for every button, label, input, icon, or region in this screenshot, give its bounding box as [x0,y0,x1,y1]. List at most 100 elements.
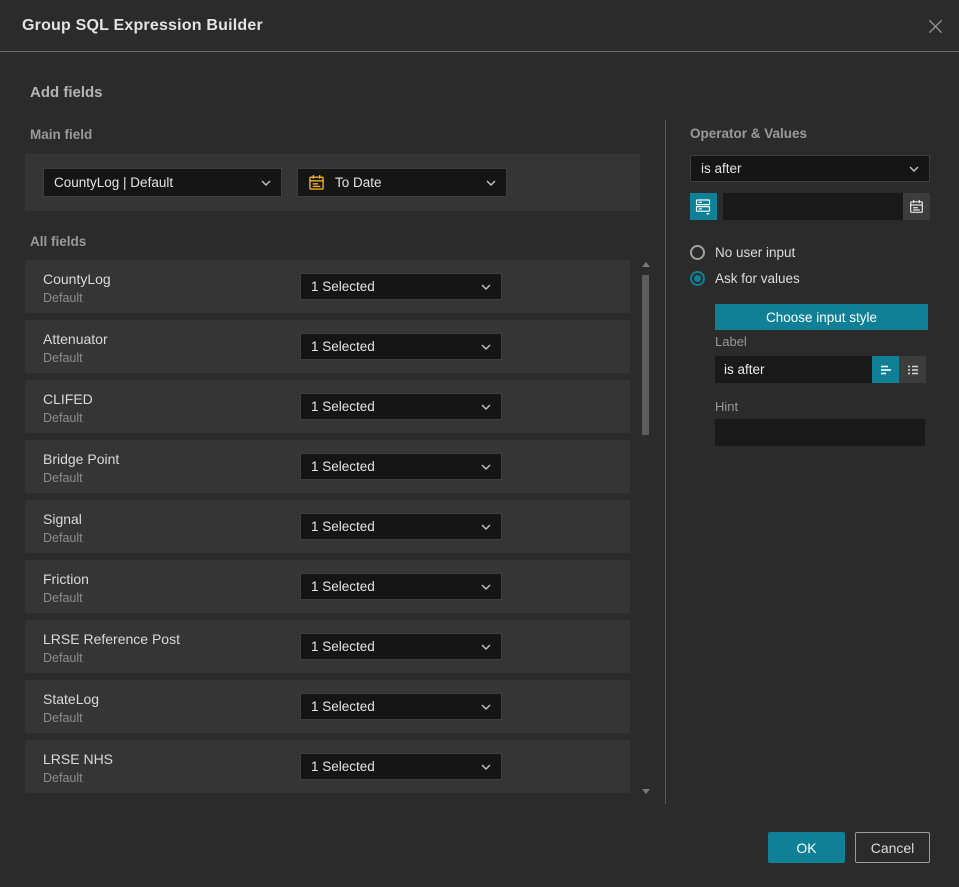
textbox-style-button[interactable] [872,356,899,383]
field-row: CountyLog Default 1 Selected [25,260,630,313]
operator-values-heading: Operator & Values [690,126,808,141]
operator-dropdown[interactable]: is after [690,155,930,182]
field-subtitle: Default [43,531,83,545]
chevron-down-icon [481,704,491,710]
scroll-down-arrow[interactable] [642,789,650,794]
value-row [690,193,930,220]
date-picker-button[interactable] [903,193,930,220]
field-selection-value: 1 Selected [311,459,375,474]
field-name: LRSE Reference Post [43,631,180,647]
radio-unchecked-icon [690,245,705,260]
choose-input-style-button[interactable]: Choose input style [715,304,928,330]
field-name: CLIFED [43,391,93,407]
align-left-icon [880,365,891,374]
field-name: Signal [43,511,82,527]
chevron-down-icon [481,464,491,470]
chevron-down-icon [481,644,491,650]
chevron-down-icon [481,764,491,770]
field-selection-dropdown[interactable]: 1 Selected [300,633,502,660]
close-icon [928,19,942,33]
field-subtitle: Default [43,591,83,605]
field-selection-value: 1 Selected [311,339,375,354]
unique-values-button[interactable] [690,193,717,220]
field-name: Bridge Point [43,451,120,467]
vertical-divider [665,120,666,804]
field-name: Friction [43,571,89,587]
field-selection-dropdown[interactable]: 1 Selected [300,393,502,420]
field-row: StateLog Default 1 Selected [25,680,630,733]
main-date-dropdown[interactable]: To Date [297,168,507,197]
main-field-label: Main field [30,127,93,142]
radio-checked-icon [690,271,705,286]
field-selection-dropdown[interactable]: 1 Selected [300,333,502,360]
main-field-panel: CountyLog | Default To Date [25,154,640,211]
ok-button[interactable]: OK [768,832,845,863]
field-selection-value: 1 Selected [311,699,375,714]
field-selection-dropdown[interactable]: 1 Selected [300,273,502,300]
field-subtitle: Default [43,651,83,665]
field-name: StateLog [43,691,100,707]
field-selection-dropdown[interactable]: 1 Selected [300,573,502,600]
list-style-button[interactable] [899,356,926,383]
field-subtitle: Default [43,471,83,485]
hint-input[interactable] [715,419,925,446]
radio-ask-for-values[interactable]: Ask for values [690,271,800,286]
chevron-down-icon [481,404,491,410]
dialog-title: Group SQL Expression Builder [22,16,263,34]
field-subtitle: Default [43,411,83,425]
add-fields-heading: Add fields [30,84,103,101]
scrollbar-thumb[interactable] [642,275,649,435]
scroll-up-arrow[interactable] [642,262,650,267]
chevron-down-icon [481,284,491,290]
calendar-icon [910,199,923,213]
list-scrollbar [641,260,650,796]
field-subtitle: Default [43,291,83,305]
field-subtitle: Default [43,711,83,725]
field-selection-dropdown[interactable]: 1 Selected [300,693,502,720]
radio-ask-for-values-label: Ask for values [715,271,800,286]
chevron-down-icon [481,524,491,530]
radio-no-user-input[interactable]: No user input [690,245,795,260]
chevron-down-icon [486,180,496,186]
radio-no-user-input-label: No user input [715,245,796,260]
close-button[interactable] [925,16,945,36]
field-selection-value: 1 Selected [311,639,375,654]
field-name: Attenuator [43,331,108,347]
field-selection-value: 1 Selected [311,519,375,534]
field-selection-value: 1 Selected [311,399,375,414]
main-date-dropdown-value: To Date [335,175,382,190]
all-fields-list: CountyLog Default 1 Selected Attenuator … [25,260,630,800]
main-field-dropdown[interactable]: CountyLog | Default [43,168,282,197]
field-subtitle: Default [43,771,83,785]
label-input[interactable] [715,356,872,383]
titlebar: Group SQL Expression Builder [0,0,959,52]
field-selection-value: 1 Selected [311,279,375,294]
label-heading: Label [715,334,747,349]
value-input[interactable] [723,193,903,220]
list-icon [907,365,918,374]
field-row: CLIFED Default 1 Selected [25,380,630,433]
operator-dropdown-value: is after [701,161,742,176]
label-row [715,356,926,383]
field-name: LRSE NHS [43,751,114,767]
field-row: Signal Default 1 Selected [25,500,630,553]
field-row: LRSE NHS Default 1 Selected [25,740,630,793]
field-row: Bridge Point Default 1 Selected [25,440,630,493]
field-selection-dropdown[interactable]: 1 Selected [300,513,502,540]
field-selection-dropdown[interactable]: 1 Selected [300,453,502,480]
chevron-down-icon [909,166,919,172]
field-name: CountyLog [43,271,111,287]
group-sql-expression-builder-dialog: Group SQL Expression Builder Add fields … [0,0,959,887]
field-selection-dropdown[interactable]: 1 Selected [300,753,502,780]
cancel-button[interactable]: Cancel [855,832,930,863]
field-subtitle: Default [43,351,83,365]
field-row: LRSE Reference Post Default 1 Selected [25,620,630,673]
field-selection-value: 1 Selected [311,579,375,594]
stacked-values-icon [695,198,711,215]
field-row: Attenuator Default 1 Selected [25,320,630,373]
calendar-icon [309,175,324,190]
main-field-dropdown-value: CountyLog | Default [54,175,174,190]
chevron-down-icon [261,180,271,186]
field-row: Friction Default 1 Selected [25,560,630,613]
field-selection-value: 1 Selected [311,759,375,774]
